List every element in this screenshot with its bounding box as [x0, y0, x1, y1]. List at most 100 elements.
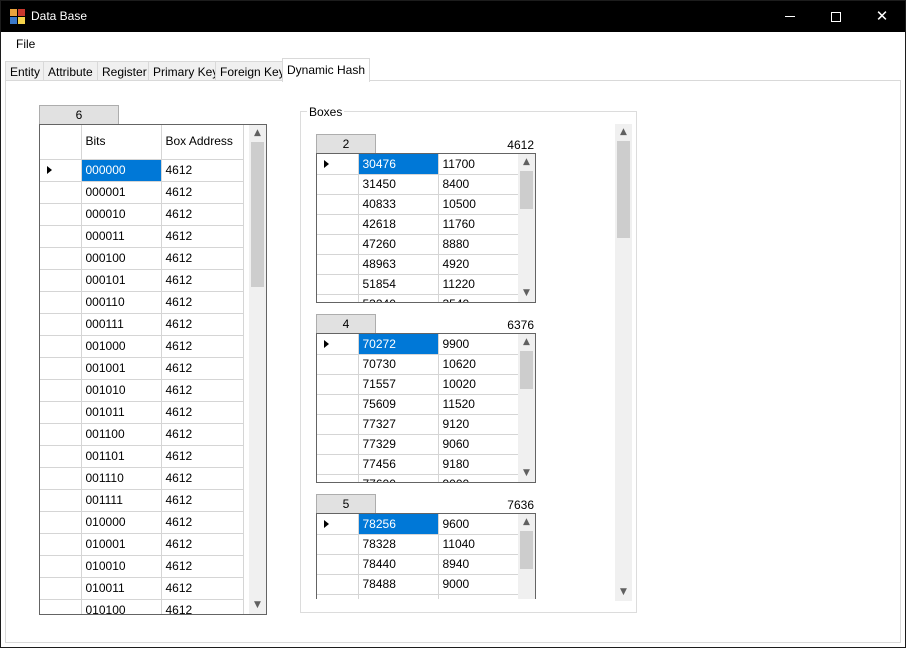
box-address-cell[interactable]: 4612	[161, 467, 244, 490]
row-header[interactable]	[317, 174, 359, 195]
row-header[interactable]	[40, 533, 82, 556]
directory-row[interactable]: 000111 4612	[40, 313, 244, 336]
key-cell[interactable]: 40833	[358, 194, 439, 215]
box-depth-button[interactable]: 5	[316, 494, 376, 514]
row-header[interactable]	[40, 225, 82, 248]
key-cell[interactable]: 70272	[358, 334, 439, 355]
box-vertical-scrollbar[interactable]: ▲	[518, 514, 535, 599]
key-cell[interactable]: 75609	[358, 394, 439, 415]
row-header[interactable]	[40, 291, 82, 314]
scroll-up-arrow-icon[interactable]: ▲	[518, 154, 535, 171]
row-header[interactable]	[317, 554, 359, 575]
key-cell[interactable]: 51854	[358, 274, 439, 295]
key-cell[interactable]: 77456	[358, 454, 439, 475]
value-cell[interactable]: 11220	[438, 274, 519, 295]
row-header[interactable]	[40, 357, 82, 380]
box-address-cell[interactable]: 4612	[161, 401, 244, 424]
scroll-up-arrow-icon[interactable]: ▲	[518, 514, 535, 531]
box-address-cell[interactable]: 4612	[161, 335, 244, 358]
box-vertical-scrollbar[interactable]: ▲ ▼	[518, 334, 535, 482]
box-address-cell[interactable]: 4612	[161, 269, 244, 292]
value-cell[interactable]: 4920	[438, 254, 519, 275]
tab-entity[interactable]: Entity	[5, 61, 46, 81]
box-row[interactable]: 75609 11520	[317, 394, 519, 415]
bits-cell[interactable]: 001010	[81, 379, 162, 402]
key-cell[interactable]: 78440	[358, 554, 439, 575]
box-address-cell[interactable]: 4612	[161, 489, 244, 512]
box-row[interactable]: 77329 9060	[317, 434, 519, 455]
bits-cell[interactable]: 001111	[81, 489, 162, 512]
key-cell[interactable]: 77329	[358, 434, 439, 455]
bits-cell[interactable]: 000011	[81, 225, 162, 248]
value-cell[interactable]: 8880	[438, 234, 519, 255]
bits-cell[interactable]: 000010	[81, 203, 162, 226]
box-vertical-scrollbar[interactable]: ▲ ▼	[518, 154, 535, 302]
key-cell[interactable]: 47260	[358, 234, 439, 255]
row-header[interactable]	[317, 374, 359, 395]
scroll-thumb[interactable]	[520, 531, 533, 569]
directory-row[interactable]: 001100 4612	[40, 423, 244, 446]
directory-row[interactable]: 000010 4612	[40, 203, 244, 226]
column-header-box-address[interactable]: Box Address	[161, 125, 244, 160]
bits-cell[interactable]: 000000	[81, 159, 162, 182]
directory-row[interactable]: 001001 4612	[40, 357, 244, 380]
box-address-cell[interactable]: 4612	[161, 533, 244, 556]
bits-cell[interactable]: 000110	[81, 291, 162, 314]
directory-row[interactable]: 001011 4612	[40, 401, 244, 424]
value-cell[interactable]: 3540	[438, 294, 519, 302]
directory-vertical-scrollbar[interactable]: ▲ ▼	[249, 125, 266, 614]
scroll-down-arrow-icon[interactable]: ▼	[518, 465, 535, 482]
box-address-cell[interactable]: 4612	[161, 555, 244, 578]
box-row[interactable]: 70730 10620	[317, 354, 519, 375]
row-header[interactable]	[317, 574, 359, 595]
row-header[interactable]	[317, 334, 359, 355]
directory-row[interactable]: 000100 4612	[40, 247, 244, 270]
box-row[interactable]: 47260 8880	[317, 234, 519, 255]
key-cell[interactable]: 48963	[358, 254, 439, 275]
row-header[interactable]	[317, 194, 359, 215]
bits-cell[interactable]: 010011	[81, 577, 162, 600]
scroll-up-arrow-icon[interactable]: ▲	[518, 334, 535, 351]
column-header-bits[interactable]: Bits	[81, 125, 162, 160]
row-header[interactable]	[40, 577, 82, 600]
boxes-vertical-scrollbar[interactable]: ▲ ▼	[615, 124, 632, 601]
box-depth-button[interactable]: 4	[316, 314, 376, 334]
maximize-button[interactable]	[813, 1, 859, 32]
box-row[interactable]: 776009000	[317, 474, 519, 482]
box-address-cell[interactable]: 4612	[161, 247, 244, 270]
box-row[interactable]: 31450 8400	[317, 174, 519, 195]
row-header[interactable]	[40, 335, 82, 358]
box-row[interactable]: 786009060	[317, 594, 519, 599]
key-cell[interactable]: 78488	[358, 574, 439, 595]
box-address-cell[interactable]: 4612	[161, 159, 244, 182]
key-cell[interactable]: 78256	[358, 514, 439, 535]
box-address-cell[interactable]: 4612	[161, 599, 244, 614]
tab-dynamic-hash[interactable]: Dynamic Hash	[282, 58, 371, 82]
directory-row[interactable]: 000001 4612	[40, 181, 244, 204]
box-address-cell[interactable]: 4612	[161, 291, 244, 314]
box-row[interactable]: 30476 11700	[317, 154, 519, 175]
value-cell[interactable]: 9120	[438, 414, 519, 435]
value-cell[interactable]: 11520	[438, 394, 519, 415]
box-row[interactable]: 77327 9120	[317, 414, 519, 435]
bits-cell[interactable]: 001001	[81, 357, 162, 380]
value-cell[interactable]: 11700	[438, 154, 519, 175]
value-cell[interactable]: 11760	[438, 214, 519, 235]
bits-cell[interactable]: 001110	[81, 467, 162, 490]
scroll-up-arrow-icon[interactable]: ▲	[615, 124, 632, 141]
directory-row[interactable]: 010000 4612	[40, 511, 244, 534]
scroll-thumb[interactable]	[520, 351, 533, 389]
row-header[interactable]	[317, 274, 359, 295]
box-row[interactable]: 78328 11040	[317, 534, 519, 555]
box-row[interactable]: 532403540	[317, 294, 519, 302]
row-header[interactable]	[40, 511, 82, 534]
row-header[interactable]	[317, 514, 359, 535]
tab-attribute[interactable]: Attribute	[43, 61, 98, 81]
key-cell[interactable]: 71557	[358, 374, 439, 395]
box-row[interactable]: 48963 4920	[317, 254, 519, 275]
directory-row[interactable]: 001110 4612	[40, 467, 244, 490]
scroll-thumb[interactable]	[520, 171, 533, 209]
box-row[interactable]: 40833 10500	[317, 194, 519, 215]
directory-row[interactable]: 000011 4612	[40, 225, 244, 248]
tab-foreign-key[interactable]: Foreign Key	[215, 61, 290, 81]
